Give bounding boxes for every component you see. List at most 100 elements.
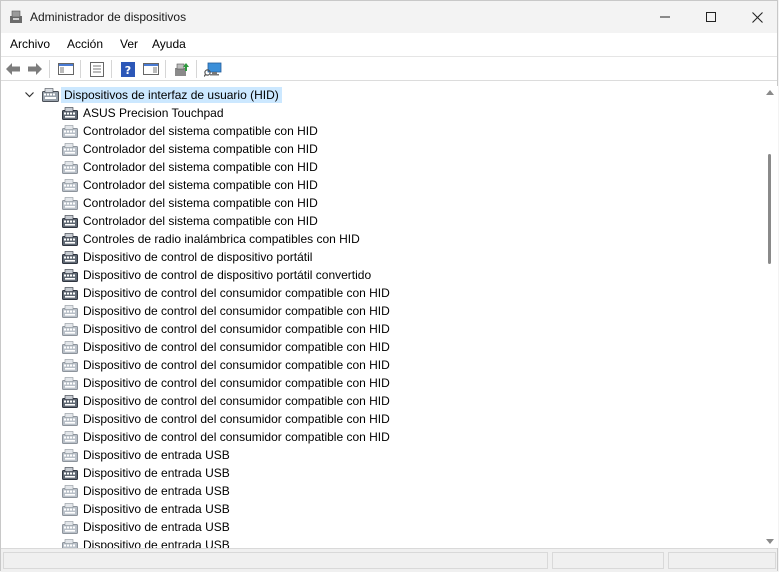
update-driver-button[interactable] <box>173 60 191 78</box>
hid-device-icon <box>62 107 78 120</box>
forward-button[interactable] <box>26 60 44 78</box>
device-row[interactable]: Controlador del sistema compatible con H… <box>1 194 762 212</box>
device-row[interactable]: Dispositivo de control del consumidor co… <box>1 428 762 446</box>
device-row[interactable]: Dispositivo de entrada USB <box>1 482 762 500</box>
status-bar <box>1 548 777 572</box>
device-row[interactable]: Dispositivo de entrada USB <box>1 536 762 548</box>
hid-device-icon <box>62 377 78 390</box>
help-button[interactable]: ? <box>119 60 137 78</box>
properties-icon <box>90 61 104 77</box>
hid-device-icon <box>62 179 78 192</box>
device-row[interactable]: Dispositivo de control del consumidor co… <box>1 392 762 410</box>
tree-category-label[interactable]: Dispositivos de interfaz de usuario (HID… <box>61 87 282 103</box>
device-label: Dispositivo de control del consumidor co… <box>83 340 390 354</box>
device-label: Controlador del sistema compatible con H… <box>83 196 318 210</box>
close-button[interactable] <box>734 1 779 33</box>
device-label: Controlador del sistema compatible con H… <box>83 178 318 192</box>
hid-device-icon <box>62 143 78 156</box>
action-pane-button[interactable] <box>142 60 160 78</box>
menu-accion[interactable]: Acción <box>67 37 103 51</box>
device-row[interactable]: Dispositivo de entrada USB <box>1 518 762 536</box>
scan-hardware-button[interactable] <box>204 60 222 78</box>
device-row[interactable]: Dispositivo de entrada USB <box>1 464 762 482</box>
device-label: Dispositivo de control de dispositivo po… <box>83 250 313 264</box>
minimize-button[interactable] <box>642 1 688 33</box>
maximize-button[interactable] <box>688 1 734 33</box>
device-row[interactable]: Controlador del sistema compatible con H… <box>1 122 762 140</box>
hid-device-icon <box>62 197 78 210</box>
device-row[interactable]: ASUS Precision Touchpad <box>1 104 762 122</box>
menu-ayuda[interactable]: Ayuda <box>152 37 186 51</box>
device-label: Dispositivo de control del consumidor co… <box>83 394 390 408</box>
hid-device-icon <box>62 449 78 462</box>
device-manager-app-icon <box>10 10 22 23</box>
device-manager-window: Administrador de dispositivos Archivo Ac… <box>0 0 778 572</box>
hid-device-icon <box>62 251 78 264</box>
device-label: Dispositivo de control del consumidor co… <box>83 430 390 444</box>
device-label: Dispositivo de control del consumidor co… <box>83 322 390 336</box>
hid-device-icon <box>62 395 78 408</box>
hid-device-icon <box>62 467 78 480</box>
window-title: Administrador de dispositivos <box>30 10 187 24</box>
close-icon <box>751 11 763 23</box>
help-icon: ? <box>121 61 135 77</box>
device-row[interactable]: Controles de radio inalámbrica compatibl… <box>1 230 762 248</box>
device-label: Dispositivo de control del consumidor co… <box>83 286 390 300</box>
hid-device-icon <box>62 503 78 516</box>
hid-device-icon <box>62 431 78 444</box>
properties-button[interactable] <box>88 60 106 78</box>
device-row[interactable]: Dispositivo de entrada USB <box>1 500 762 518</box>
hid-device-icon <box>62 323 78 336</box>
vertical-scrollbar[interactable] <box>762 86 778 548</box>
scroll-up-icon[interactable] <box>766 90 774 95</box>
device-label: Controlador del sistema compatible con H… <box>83 142 318 156</box>
device-label: Dispositivo de entrada USB <box>83 466 230 480</box>
device-label: Dispositivo de entrada USB <box>83 484 230 498</box>
device-row[interactable]: Dispositivo de control del consumidor co… <box>1 374 762 392</box>
device-label: Dispositivo de control del consumidor co… <box>83 376 390 390</box>
back-arrow-icon <box>6 63 20 75</box>
chevron-down-icon[interactable] <box>24 89 35 100</box>
device-list: ASUS Precision Touchpad Controlador del s… <box>1 104 762 548</box>
toolbar: ? <box>1 56 777 81</box>
device-label: Dispositivo de control de dispositivo po… <box>83 268 372 282</box>
hid-device-icon <box>62 233 78 246</box>
device-row[interactable]: Controlador del sistema compatible con H… <box>1 212 762 230</box>
hid-device-icon <box>62 521 78 534</box>
device-row[interactable]: Dispositivo de control del consumidor co… <box>1 320 762 338</box>
hid-device-icon <box>62 539 78 548</box>
menu-archivo[interactable]: Archivo <box>10 37 50 51</box>
device-row[interactable]: Dispositivo de control del consumidor co… <box>1 284 762 302</box>
device-row[interactable]: Dispositivo de control de dispositivo po… <box>1 266 762 284</box>
hid-category-icon <box>42 88 59 102</box>
hid-device-icon <box>62 161 78 174</box>
hid-device-icon <box>62 413 78 426</box>
back-button[interactable] <box>4 60 22 78</box>
device-row[interactable]: Controlador del sistema compatible con H… <box>1 140 762 158</box>
scroll-thumb[interactable] <box>768 154 771 264</box>
device-row[interactable]: Dispositivo de control del consumidor co… <box>1 302 762 320</box>
device-row[interactable]: Controlador del sistema compatible con H… <box>1 176 762 194</box>
hid-device-icon <box>62 125 78 138</box>
device-tree: Dispositivos de interfaz de usuario (HID… <box>1 86 762 548</box>
status-pane-2 <box>552 552 664 569</box>
hid-device-icon <box>62 269 78 282</box>
hid-device-icon <box>62 485 78 498</box>
maximize-icon <box>706 12 716 22</box>
device-row[interactable]: Dispositivo de control de dispositivo po… <box>1 248 762 266</box>
scroll-down-icon[interactable] <box>766 539 774 544</box>
scan-hardware-icon <box>204 62 222 77</box>
tree-category-hid[interactable]: Dispositivos de interfaz de usuario (HID… <box>1 86 762 104</box>
show-hide-console-tree-icon <box>58 63 74 75</box>
device-row[interactable]: Dispositivo de entrada USB <box>1 446 762 464</box>
device-row[interactable]: Dispositivo de control del consumidor co… <box>1 356 762 374</box>
console-tree-button[interactable] <box>57 60 75 78</box>
device-label: Dispositivo de control del consumidor co… <box>83 304 390 318</box>
device-label: Controlador del sistema compatible con H… <box>83 124 318 138</box>
device-row[interactable]: Dispositivo de control del consumidor co… <box>1 338 762 356</box>
device-row[interactable]: Dispositivo de control del consumidor co… <box>1 410 762 428</box>
forward-arrow-icon <box>28 63 42 75</box>
device-row[interactable]: Controlador del sistema compatible con H… <box>1 158 762 176</box>
title-bar[interactable]: Administrador de dispositivos <box>1 1 777 33</box>
menu-ver[interactable]: Ver <box>120 37 138 51</box>
